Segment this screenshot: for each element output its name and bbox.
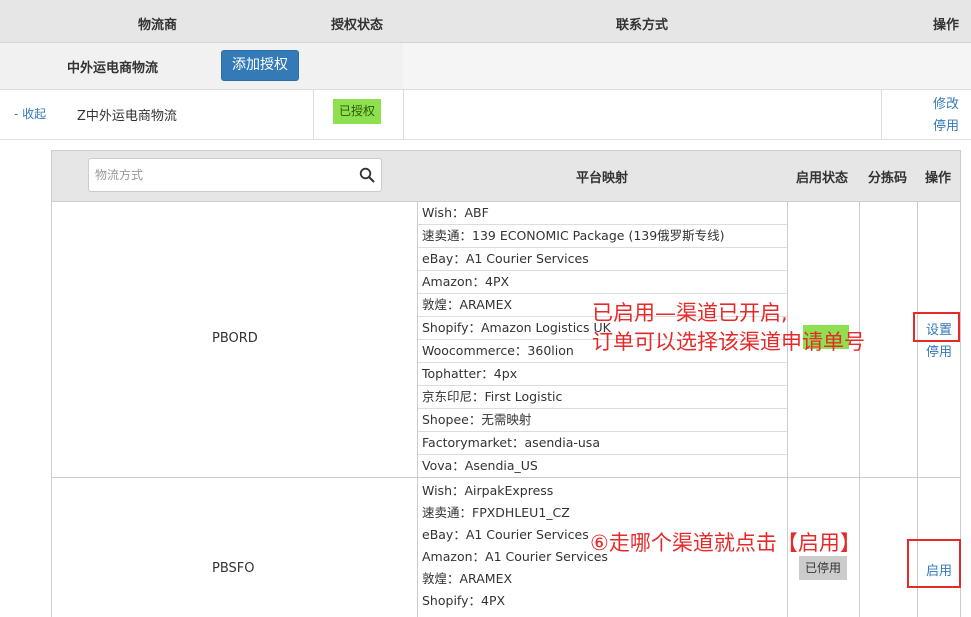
annotation-enable-step: ⑥走哪个渠道就点击【启用】	[590, 531, 861, 555]
col-status-header: 启用状态	[796, 171, 849, 186]
col-auth-header: 授权状态	[331, 18, 384, 33]
col-mapping-header: 平台映射	[576, 171, 629, 186]
add-authorization-button[interactable]: 添加授权	[221, 50, 299, 81]
disabled-status-badge: 已停用	[799, 556, 847, 580]
provider-table-header: 物流商 授权状态 联系方式 操作	[0, 0, 971, 43]
mapping-item: 敦煌：ARAMEX	[422, 571, 513, 586]
mapping-item: Amazon：4PX	[418, 271, 787, 294]
annotation-enabled-line2: 订单可以选择该渠道申请单号	[592, 330, 865, 354]
col-sort-code-header: 分拣码	[868, 171, 908, 186]
disable-provider-link[interactable]: 停用	[933, 115, 959, 134]
auth-status-badge: 已授权	[333, 99, 381, 124]
mapping-item: 速卖通：FPXDHLEU1_CZ	[422, 505, 570, 520]
mapping-item: eBay：A1 Courier Services	[418, 248, 787, 271]
mapping-item: Wish：ABF	[418, 202, 787, 225]
modify-provider-link[interactable]: 修改	[933, 93, 959, 112]
mapping-item: Wish：AirpakExpress	[422, 483, 554, 498]
search-icon[interactable]	[359, 167, 375, 183]
channel-search-box[interactable]	[88, 158, 382, 192]
mapping-item: Shopify：4PX	[422, 593, 506, 608]
channel-disable-link[interactable]: 停用	[926, 341, 952, 360]
col-ops-header: 操作	[933, 18, 960, 33]
channel-name: PBSFO	[212, 561, 255, 576]
col-provider-header: 物流商	[138, 18, 178, 33]
annotation-enabled-line1: 已启用—渠道已开启,	[592, 301, 788, 325]
col-contact-header: 联系方式	[616, 18, 669, 33]
provider-detail-name: Z中外运电商物流	[77, 109, 177, 124]
channel-name: PBORD	[212, 331, 258, 346]
mapping-item: Tophatter：4px	[418, 363, 787, 386]
mapping-item: Factorymarket：asendia-usa	[418, 432, 787, 455]
settings-highlight-box	[913, 312, 960, 342]
mapping-item: Vova：Asendia_US	[422, 458, 538, 473]
provider-detail-row: - 收起 Z中外运电商物流 修改 停用	[0, 90, 971, 140]
mapping-item: 速卖通：139 ECONOMIC Package (139俄罗斯专线)	[418, 225, 787, 248]
provider-group-row: 中外运电商物流 添加授权	[0, 43, 971, 90]
provider-name: 中外运电商物流	[67, 61, 159, 76]
collapse-link[interactable]: - 收起	[14, 105, 46, 122]
mapping-item: 京东印尼：First Logistic	[418, 386, 787, 409]
channel-search-input[interactable]	[95, 166, 345, 184]
mapping-item: Shopee：无需映射	[418, 409, 787, 432]
col-channel-ops-header: 操作	[925, 171, 952, 186]
enable-highlight-box	[907, 539, 961, 588]
